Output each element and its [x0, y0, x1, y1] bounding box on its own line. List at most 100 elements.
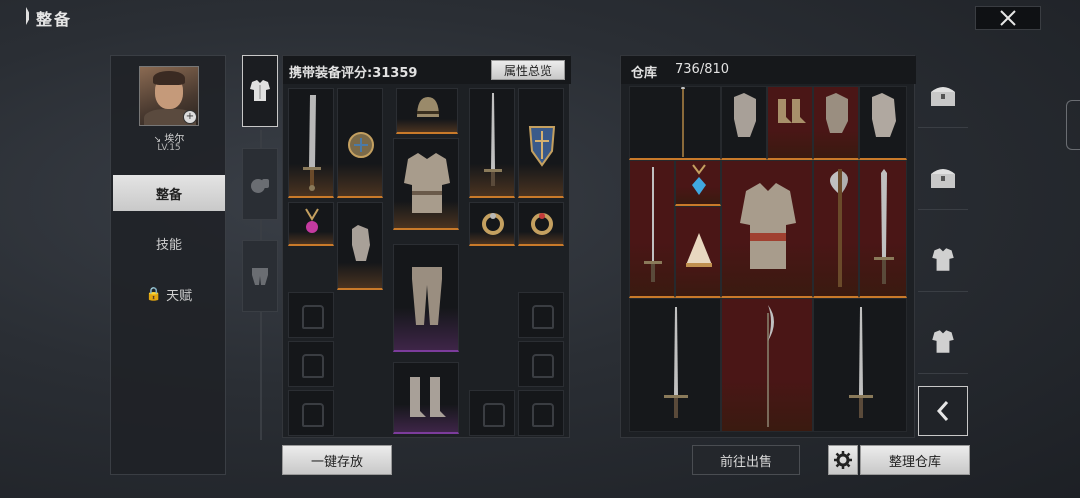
- warehouse-tab-armor-1[interactable]: [918, 228, 968, 292]
- warehouse-title: 仓库: [631, 66, 658, 81]
- bag-icon: [302, 403, 324, 427]
- slot-gloves[interactable]: [337, 202, 383, 290]
- pouch-icon: [251, 179, 269, 193]
- warehouse-item-gauntlets-3[interactable]: [859, 86, 907, 160]
- slot-bag-2[interactable]: [288, 341, 334, 387]
- glaive-icon: [767, 305, 774, 427]
- warehouse-item-amulet[interactable]: [675, 160, 721, 206]
- warehouse-tab-1[interactable]: [918, 64, 968, 128]
- tab-consumables[interactable]: [242, 148, 278, 220]
- character-panel: + ↘ 埃尔 LV.15 整备 技能 🔒 天赋: [110, 55, 226, 475]
- gauntlet-icon: [352, 225, 370, 261]
- bag-icon: [532, 305, 554, 329]
- chest-icon: [931, 86, 955, 106]
- armor-icon: [250, 80, 270, 101]
- leg-armor-icon: [412, 267, 442, 325]
- broadsword-icon: [303, 95, 321, 191]
- equipment-header: 携带装备评分:31359 属性总览: [283, 56, 571, 84]
- leg-armor-icon: [252, 268, 268, 285]
- store-all-button[interactable]: 一键存放: [282, 445, 392, 475]
- close-button[interactable]: [975, 6, 1041, 30]
- warehouse-item-hood[interactable]: [675, 206, 721, 298]
- warehouse-panel: 仓库 736/810: [620, 55, 916, 438]
- warehouse-item-gauntlets-1[interactable]: [721, 86, 767, 160]
- hood-icon: [686, 233, 712, 267]
- ring-icon: [531, 213, 553, 235]
- warehouse-tab-armor-2[interactable]: [918, 310, 968, 374]
- warehouse-item-rapier[interactable]: [629, 160, 675, 298]
- armor-icon: [932, 247, 954, 271]
- round-shield-icon: [348, 132, 374, 158]
- gauntlet-icon: [826, 93, 848, 133]
- bag-icon: [532, 354, 554, 378]
- helmet-icon: [417, 97, 439, 117]
- slot-boots[interactable]: [393, 362, 459, 434]
- slot-legs[interactable]: [393, 244, 459, 352]
- slot-bag-3[interactable]: [288, 390, 334, 436]
- organize-warehouse-button[interactable]: 整理仓库: [860, 445, 970, 475]
- warehouse-item-boots[interactable]: [767, 86, 813, 160]
- equipment-score: 携带装备评分:31359: [289, 66, 418, 81]
- gear-icon: [834, 451, 852, 469]
- rapier-icon: [644, 167, 662, 282]
- settings-button[interactable]: [828, 445, 858, 475]
- nav-item-skills[interactable]: 技能: [113, 225, 225, 261]
- slot-chest[interactable]: [393, 138, 459, 230]
- boots-icon: [410, 377, 446, 417]
- warehouse-item-spear[interactable]: [629, 86, 721, 160]
- side-drawer-handle[interactable]: [1066, 100, 1080, 150]
- slot-offhand[interactable]: [337, 88, 383, 198]
- warehouse-item-axe[interactable]: [813, 160, 859, 298]
- warehouse-item-gauntlets-2[interactable]: [813, 86, 859, 160]
- page-title: 整备: [36, 6, 72, 30]
- nav-item-talent[interactable]: 🔒 天赋: [113, 276, 225, 312]
- nav-item-equip[interactable]: 整备: [113, 175, 225, 211]
- warehouse-item-sword-2[interactable]: [813, 298, 907, 432]
- tab-materials[interactable]: [242, 240, 278, 312]
- axe-icon: [830, 169, 848, 287]
- slot-ring-2[interactable]: [518, 202, 564, 246]
- slot-amulet[interactable]: [288, 202, 334, 246]
- slot-ring-1[interactable]: [469, 202, 515, 246]
- chest-armor-icon: [740, 183, 796, 269]
- attribute-overview-button[interactable]: 属性总览: [491, 60, 565, 80]
- slot-weapon-2[interactable]: [469, 88, 515, 198]
- chevron-left-icon: [936, 401, 949, 421]
- spear-icon: [681, 87, 685, 157]
- armor-icon: [932, 329, 954, 353]
- close-icon: [1000, 10, 1016, 26]
- tab-armor[interactable]: [242, 55, 278, 127]
- gauntlet-icon: [872, 93, 896, 137]
- warehouse-item-sword-1[interactable]: [629, 298, 721, 432]
- avatar-edit-icon[interactable]: +: [183, 110, 197, 124]
- chest-icon: [931, 168, 955, 188]
- lock-icon: 🔒: [145, 286, 163, 302]
- slot-bag-6[interactable]: [469, 390, 515, 436]
- slot-bag-5[interactable]: [518, 341, 564, 387]
- kite-shield-icon: [528, 126, 556, 167]
- sword-icon: [664, 307, 688, 418]
- warehouse-header: 仓库 736/810: [621, 56, 916, 84]
- slot-main-weapon[interactable]: [288, 88, 334, 198]
- warehouse-capacity: 736/810: [675, 62, 730, 77]
- chest-armor-icon: [404, 153, 450, 213]
- boots-icon: [778, 99, 806, 123]
- warehouse-tab-2[interactable]: [918, 146, 968, 210]
- warehouse-item-greatsword[interactable]: [859, 160, 907, 298]
- slot-bag-4[interactable]: [518, 292, 564, 338]
- gauntlet-icon: [734, 93, 756, 137]
- bag-icon: [302, 354, 324, 378]
- slot-bag-7[interactable]: [518, 390, 564, 436]
- go-sell-button[interactable]: 前往出售: [692, 445, 800, 475]
- warehouse-item-glaive[interactable]: [721, 298, 813, 432]
- slot-helmet[interactable]: [396, 88, 458, 134]
- warehouse-item-chest-armor[interactable]: [721, 160, 813, 298]
- slot-shield[interactable]: [518, 88, 564, 198]
- character-level: LV.15: [157, 143, 181, 153]
- collapse-button[interactable]: [918, 386, 968, 436]
- bag-icon: [302, 305, 324, 329]
- bag-icon: [483, 403, 505, 427]
- slot-bag-1[interactable]: [288, 292, 334, 338]
- longsword-icon: [484, 93, 502, 186]
- amulet-icon: [692, 164, 706, 195]
